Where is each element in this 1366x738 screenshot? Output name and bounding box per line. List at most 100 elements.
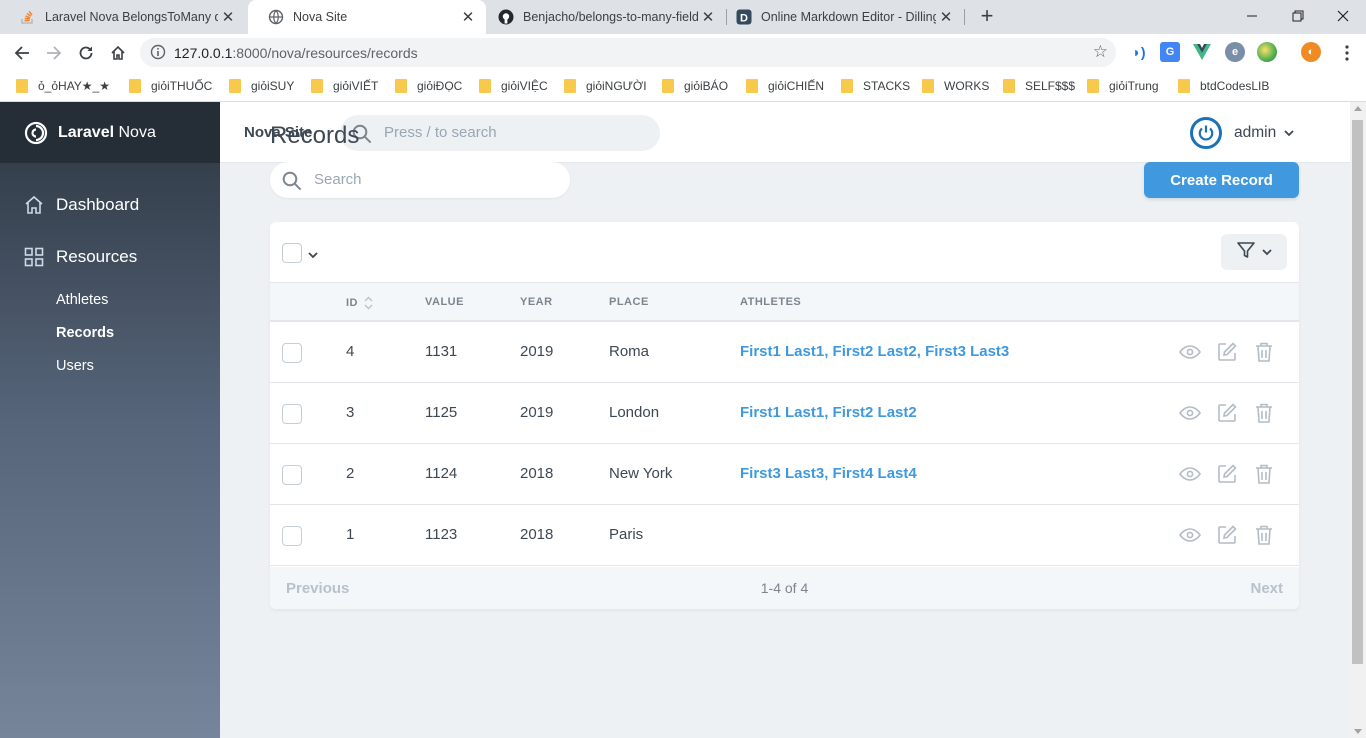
edit-pencil-icon[interactable] <box>1215 463 1239 485</box>
sidebar-item-records[interactable]: Records <box>56 325 114 341</box>
search-icon <box>282 171 302 196</box>
bookmark-label: giỏiVIẾT <box>333 79 379 93</box>
close-tab-icon[interactable]: ✕ <box>936 7 956 27</box>
google-translate-icon[interactable]: G <box>1160 42 1180 62</box>
browser-tab[interactable]: D Online Markdown Editor - Dilling ✕ <box>716 0 964 34</box>
browser-tab[interactable]: Laravel Nova BelongsToMany dis ✕ <box>0 0 246 34</box>
delete-trash-icon[interactable] <box>1252 463 1276 485</box>
row-checkbox[interactable] <box>282 526 302 546</box>
column-header-place: PLACE <box>609 296 649 308</box>
svg-text:D: D <box>740 13 748 25</box>
bookmark-folder[interactable]: giỏiCHIẾN <box>746 77 824 95</box>
delete-trash-icon[interactable] <box>1252 341 1276 363</box>
view-eye-icon[interactable] <box>1178 341 1202 363</box>
user-name: admin <box>1234 124 1277 141</box>
bookmark-folder[interactable]: btdCodesLIB <box>1178 77 1269 95</box>
vue-devtools-icon[interactable] <box>1192 42 1212 62</box>
chevron-down-icon <box>1284 124 1294 142</box>
sidebar-item-label: Dashboard <box>56 195 140 214</box>
close-tab-icon[interactable]: ✕ <box>218 7 238 27</box>
bookmarks-bar: ỏ_ỏHAY★_★ giỏiTHUỐC giỏiSUY giỏiVIẾT giỏ… <box>0 71 1366 102</box>
restore-window-button[interactable] <box>1275 0 1321 32</box>
new-tab-button[interactable]: + <box>976 5 998 28</box>
address-bar[interactable]: 127.0.0.1:8000/nova/resources/records ☆ <box>140 38 1116 67</box>
bookmark-folder[interactable]: WORKS <box>922 77 989 95</box>
edit-pencil-icon[interactable] <box>1215 524 1239 546</box>
reload-button[interactable] <box>73 40 99 66</box>
row-checkbox[interactable] <box>282 343 302 363</box>
edit-pencil-icon[interactable] <box>1215 402 1239 424</box>
extension-wifi-icon[interactable]: ◗) <box>1129 42 1149 62</box>
extension-circle-icon[interactable]: e <box>1225 42 1245 62</box>
column-header-id[interactable]: ID <box>346 296 373 310</box>
row-checkbox[interactable] <box>282 404 302 424</box>
scrollbar-thumb[interactable] <box>1352 120 1363 664</box>
brand-name-bold: Laravel <box>58 123 115 141</box>
browser-tab[interactable]: Benjacho/belongs-to-many-field ✕ <box>478 0 726 34</box>
url-host: 127.0.0.1 <box>174 45 233 61</box>
minimize-window-button[interactable] <box>1229 0 1275 32</box>
resource-search-input[interactable] <box>314 171 554 188</box>
resource-search[interactable] <box>270 162 570 198</box>
view-eye-icon[interactable] <box>1178 402 1202 424</box>
bookmark-folder[interactable]: giỏiTrung <box>1087 77 1159 95</box>
select-all-checkbox[interactable] <box>282 243 302 263</box>
close-tab-icon[interactable]: ✕ <box>698 7 718 27</box>
cell-value: 1125 <box>425 404 458 421</box>
bookmark-star-icon[interactable]: ☆ <box>1093 42 1108 62</box>
cell-athletes-link[interactable]: First1 Last1, First2 Last2, First3 Last3 <box>740 343 1009 360</box>
bookmark-folder[interactable]: SELF$$$ <box>1003 77 1075 95</box>
filter-button[interactable] <box>1221 234 1287 270</box>
cell-year: 2018 <box>520 526 554 543</box>
bookmark-folder[interactable]: giỏiĐỌC <box>395 77 462 95</box>
sidebar-item-users[interactable]: Users <box>56 358 94 374</box>
browser-tab-active[interactable]: Nova Site ✕ <box>248 0 486 34</box>
extension-globe-icon[interactable] <box>1257 42 1277 62</box>
bookmark-folder[interactable]: giỏiTHUỐC <box>129 77 212 95</box>
home-button[interactable] <box>105 40 131 66</box>
global-search[interactable] <box>340 115 660 151</box>
cell-athletes-link[interactable]: First3 Last3, First4 Last4 <box>740 465 917 482</box>
site-info-icon[interactable] <box>150 44 166 65</box>
delete-trash-icon[interactable] <box>1252 524 1276 546</box>
folder-icon <box>395 79 407 93</box>
forward-button[interactable] <box>41 40 67 66</box>
cell-athletes-link[interactable]: First1 Last1, First2 Last2 <box>740 404 917 421</box>
view-eye-icon[interactable] <box>1178 524 1202 546</box>
next-page-button[interactable]: Next <box>1250 580 1283 597</box>
bookmark-folder[interactable]: giỏiSUY <box>229 77 294 95</box>
sidebar-item-resources[interactable]: Resources <box>24 247 137 267</box>
sidebar-item-dashboard[interactable]: Dashboard <box>24 195 139 215</box>
browser-menu-icon[interactable] <box>1334 40 1360 66</box>
bookmark-folder[interactable]: giỏiBÁO <box>662 77 728 95</box>
top-header: Nova Site admin <box>220 102 1350 163</box>
bookmark-folder[interactable]: giỏiVIẾT <box>311 77 378 95</box>
profile-avatar-icon[interactable]: ◐ <box>1301 42 1321 62</box>
chevron-down-icon[interactable] <box>308 246 318 264</box>
page-scrollbar[interactable] <box>1350 102 1366 738</box>
scroll-down-arrow-icon[interactable] <box>1354 729 1362 734</box>
bookmark-folder[interactable]: giỏiVIỆC <box>479 77 548 95</box>
sidebar-item-athletes[interactable]: Athletes <box>56 292 108 308</box>
user-menu[interactable]: admin <box>1190 117 1350 149</box>
column-header-label: ID <box>346 297 358 309</box>
page-title: Records <box>270 122 360 149</box>
back-button[interactable] <box>9 40 35 66</box>
close-tab-icon[interactable]: ✕ <box>458 7 478 27</box>
edit-pencil-icon[interactable] <box>1215 341 1239 363</box>
sort-icon[interactable] <box>364 296 373 310</box>
previous-page-button[interactable]: Previous <box>286 580 349 597</box>
delete-trash-icon[interactable] <box>1252 402 1276 424</box>
bookmark-folder[interactable]: ỏ_ỏHAY★_★ <box>16 77 110 95</box>
bookmark-folder[interactable]: STACKS <box>841 77 910 95</box>
row-actions <box>1178 463 1276 485</box>
view-eye-icon[interactable] <box>1178 463 1202 485</box>
power-avatar-icon <box>1190 117 1222 149</box>
bookmark-folder[interactable]: giỏiNGƯỜI <box>564 77 647 95</box>
row-checkbox[interactable] <box>282 465 302 485</box>
create-record-button[interactable]: Create Record <box>1144 162 1299 198</box>
scroll-up-arrow-icon[interactable] <box>1354 106 1362 111</box>
close-window-button[interactable] <box>1320 0 1366 32</box>
nova-brand[interactable]: Laravel Nova <box>0 102 220 163</box>
global-search-input[interactable] <box>384 124 644 141</box>
